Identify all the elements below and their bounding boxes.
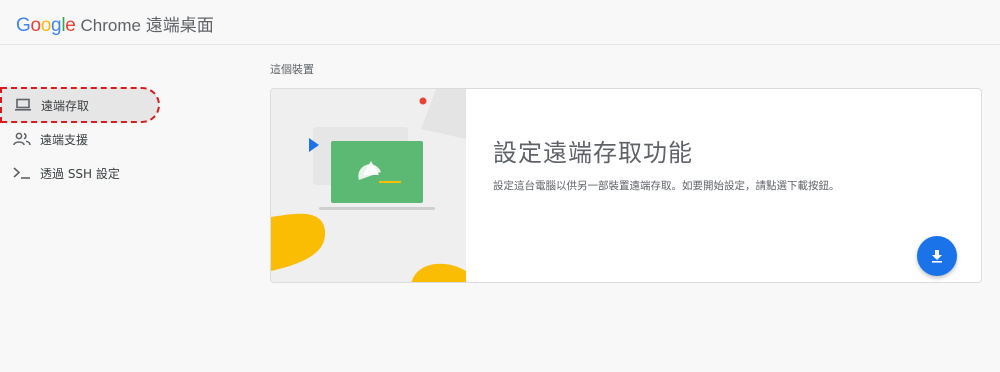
- logo-letter: o: [30, 15, 41, 36]
- card-title: 設定遠端存取功能: [493, 139, 693, 167]
- sidebar-item-label: 遠端支援: [40, 132, 89, 147]
- laptop-icon: [13, 95, 33, 115]
- remote-access-illustration: [271, 89, 466, 282]
- setup-card: 設定遠端存取功能 設定這台電腦以供另一部裝置遠端存取。如要開始設定，請點選下載按…: [270, 88, 982, 283]
- app-brand: Google Chrome 遠端桌面: [16, 11, 214, 36]
- logo-letter: g: [51, 15, 62, 36]
- sidebar-item-ssh-setup[interactable]: 透過 SSH 設定: [0, 156, 160, 190]
- logo-letter: G: [16, 15, 31, 36]
- people-icon: [12, 129, 32, 149]
- sidebar-item-remote-access[interactable]: 遠端存取: [0, 87, 160, 123]
- app-header: Google Chrome 遠端桌面: [0, 0, 1000, 45]
- card-description: 設定這台電腦以供另一部裝置遠端存取。如要開始設定，請點選下載按鈕。: [493, 180, 840, 192]
- section-label: 這個裝置: [270, 63, 314, 76]
- logo-letter: o: [40, 15, 52, 36]
- google-logo: Google: [16, 15, 76, 37]
- terminal-icon: [12, 163, 32, 183]
- sidebar-nav: 遠端存取 遠端支援 透過 SSH 設定: [0, 87, 160, 190]
- download-icon: [930, 249, 944, 263]
- sidebar-item-label: 透過 SSH 設定: [40, 166, 120, 181]
- logo-letter: e: [65, 15, 76, 36]
- sidebar-item-label: 遠端存取: [41, 98, 90, 113]
- app-title: Chrome 遠端桌面: [80, 16, 214, 35]
- sidebar-item-remote-support[interactable]: 遠端支援: [0, 122, 160, 156]
- download-button[interactable]: [917, 236, 957, 276]
